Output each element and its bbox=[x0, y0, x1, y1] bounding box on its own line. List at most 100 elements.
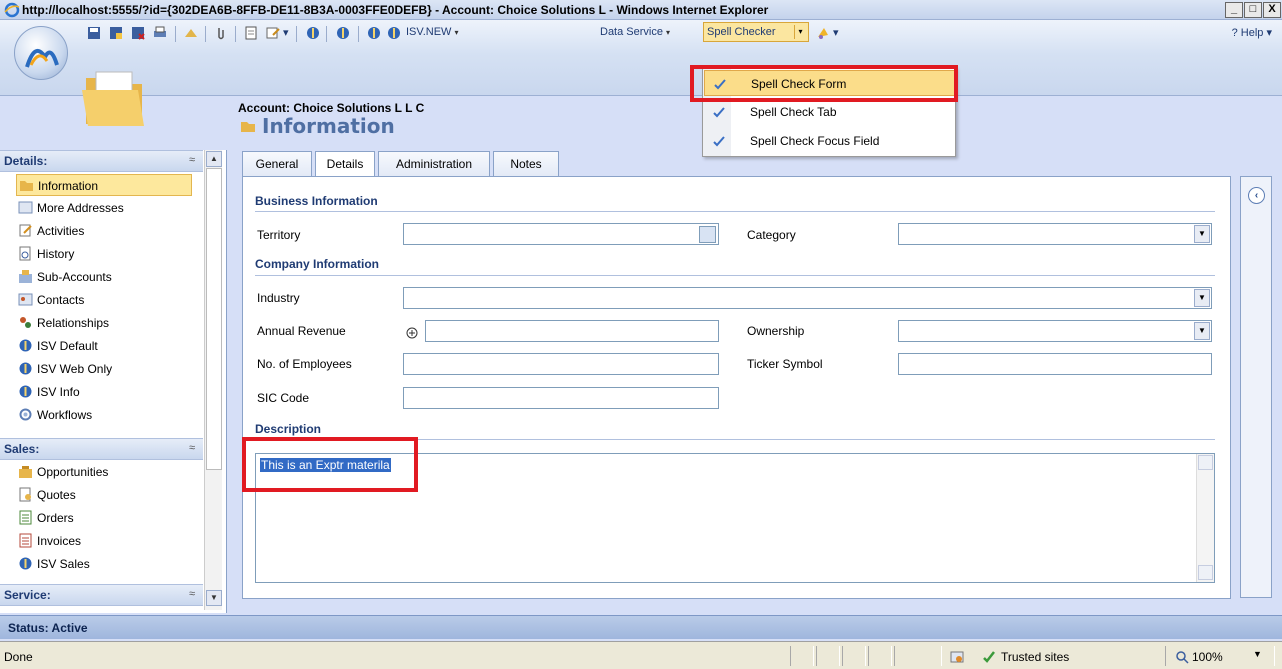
isv-button-icon[interactable] bbox=[305, 25, 321, 41]
toolbar-separator bbox=[205, 26, 206, 42]
nav-item-contacts[interactable]: Contacts bbox=[16, 289, 192, 311]
save-icon[interactable] bbox=[86, 25, 102, 41]
nav-item-isv-web-only[interactable]: ISV Web Only bbox=[16, 358, 192, 380]
category-select[interactable]: ▼ bbox=[898, 223, 1212, 245]
window-title: http://localhost:5555/?id={302DEA6B-8FFB… bbox=[22, 3, 769, 17]
collapse-icon[interactable]: ≈ bbox=[189, 588, 195, 600]
nav-item-quotes[interactable]: Quotes bbox=[16, 484, 192, 506]
scroll-down-icon[interactable] bbox=[1198, 565, 1213, 580]
collapse-icon[interactable]: ≈ bbox=[189, 154, 195, 166]
industry-select[interactable]: ▼ bbox=[403, 287, 1212, 309]
employees-field[interactable] bbox=[403, 353, 719, 375]
crm-toolbar: ▾ ISV.NEW ▾ Data Service ▾ Spell Checker ▾… bbox=[0, 20, 1282, 96]
section-divider bbox=[255, 275, 1215, 276]
toolbar-separator bbox=[326, 26, 327, 42]
section-description: Description bbox=[255, 422, 322, 436]
nav-item-activities[interactable]: Activities bbox=[16, 220, 192, 242]
isv-button-icon[interactable] bbox=[366, 25, 382, 41]
tab-general[interactable]: General bbox=[242, 151, 312, 177]
nav-item-history[interactable]: History bbox=[16, 243, 192, 265]
territory-lookup[interactable] bbox=[403, 223, 719, 245]
nav-item-relationships[interactable]: Relationships bbox=[16, 312, 192, 334]
nav-item-information[interactable]: Information bbox=[16, 174, 192, 196]
history-icon bbox=[19, 246, 31, 261]
note-icon[interactable] bbox=[243, 25, 259, 41]
minimize-button[interactable]: _ bbox=[1225, 2, 1243, 18]
nav-item-invoices[interactable]: Invoices bbox=[16, 530, 192, 552]
close-button[interactable]: X bbox=[1263, 2, 1281, 18]
scroll-down-icon[interactable]: ▼ bbox=[206, 590, 222, 606]
currency-icon bbox=[406, 327, 418, 339]
tab-notes[interactable]: Notes bbox=[493, 151, 559, 177]
pointer-tool-icon[interactable] bbox=[815, 25, 831, 41]
assign-icon[interactable] bbox=[183, 25, 199, 41]
collapse-left-icon[interactable]: ‹ bbox=[1248, 187, 1265, 204]
lookup-icon[interactable] bbox=[699, 226, 716, 243]
chevron-down-icon[interactable]: ▼ bbox=[1194, 289, 1210, 307]
isv-button-icon[interactable] bbox=[335, 25, 351, 41]
zoom-level[interactable]: 100% bbox=[1192, 650, 1223, 664]
pointer-dropdown-arrow[interactable]: ▾ bbox=[833, 26, 839, 39]
scroll-thumb[interactable] bbox=[206, 168, 222, 470]
zoom-dropdown-arrow[interactable]: ▼ bbox=[1253, 649, 1262, 659]
crm-logo-icon bbox=[25, 48, 59, 68]
zoom-icon bbox=[1176, 651, 1189, 664]
status-pane bbox=[816, 646, 840, 666]
scroll-up-icon[interactable]: ▲ bbox=[206, 151, 222, 167]
scroll-up-icon[interactable] bbox=[1198, 455, 1213, 470]
ownership-select[interactable]: ▼ bbox=[898, 320, 1212, 342]
workflows-icon bbox=[19, 408, 32, 421]
activities-icon bbox=[19, 224, 32, 237]
tab-details[interactable]: Details bbox=[315, 151, 375, 178]
nav-item-more-addresses[interactable]: More Addresses bbox=[16, 197, 192, 219]
information-icon bbox=[241, 122, 255, 132]
nav-item-isv-sales[interactable]: ISV Sales bbox=[16, 553, 192, 575]
ticker-symbol-field[interactable] bbox=[898, 353, 1212, 375]
menu-item-spell-check-focus-field[interactable]: Spell Check Focus Field bbox=[704, 128, 955, 154]
nav-item-orders[interactable]: Orders bbox=[16, 507, 192, 529]
nav-item-sub-accounts[interactable]: Sub-Accounts bbox=[16, 266, 192, 288]
textarea-scrollbar[interactable] bbox=[1196, 454, 1214, 582]
nav-section-details[interactable]: Details: ≈ bbox=[0, 150, 203, 172]
tab-administration[interactable]: Administration bbox=[378, 151, 490, 177]
industry-label: Industry bbox=[257, 291, 300, 305]
isv-new-menu[interactable]: ISV.NEW ▾ bbox=[406, 26, 458, 38]
print-icon[interactable] bbox=[152, 25, 168, 41]
isv-icon bbox=[19, 339, 32, 352]
chevron-down-icon[interactable]: ▾ bbox=[794, 25, 806, 39]
status-pane bbox=[790, 646, 814, 666]
help-menu[interactable]: ? Help ▾ bbox=[1232, 26, 1272, 39]
employees-label: No. of Employees bbox=[257, 357, 352, 371]
menu-item-spell-check-tab[interactable]: Spell Check Tab bbox=[704, 99, 955, 125]
nav-item-opportunities[interactable]: Opportunities bbox=[16, 461, 192, 483]
save-and-close-icon[interactable] bbox=[130, 25, 146, 41]
nav-section-sales[interactable]: Sales: ≈ bbox=[0, 438, 203, 460]
chevron-down-icon[interactable]: ▼ bbox=[1194, 225, 1210, 243]
nav-item-isv-info[interactable]: ISV Info bbox=[16, 381, 192, 403]
maximize-button[interactable]: □ bbox=[1244, 2, 1262, 18]
actions-icon[interactable] bbox=[265, 25, 281, 41]
save-and-new-icon[interactable] bbox=[108, 25, 124, 41]
spell-checker-button[interactable]: Spell Checker ▾ bbox=[703, 22, 809, 42]
nav-scrollbar[interactable]: ▲ ▼ bbox=[204, 150, 222, 610]
actions-dropdown-arrow[interactable]: ▾ bbox=[283, 26, 289, 39]
relationships-icon bbox=[20, 317, 31, 328]
chevron-down-icon[interactable]: ▼ bbox=[1194, 322, 1210, 340]
nav-item-workflows[interactable]: Workflows bbox=[16, 404, 192, 426]
information-icon bbox=[20, 181, 33, 191]
collapse-icon[interactable]: ≈ bbox=[189, 442, 195, 454]
trusted-sites-icon bbox=[983, 651, 995, 663]
sic-code-field[interactable] bbox=[403, 387, 719, 409]
isv-new-icon[interactable] bbox=[386, 25, 402, 41]
nav-item-isv-default[interactable]: ISV Default bbox=[16, 335, 192, 357]
annual-revenue-field[interactable] bbox=[425, 320, 719, 342]
security-zone[interactable]: Trusted sites bbox=[1001, 650, 1069, 664]
data-service-menu[interactable]: Data Service ▾ bbox=[600, 26, 670, 38]
spell-checker-label: Spell Checker bbox=[707, 26, 776, 38]
nav-section-service[interactable]: Service: ≈ bbox=[0, 584, 203, 606]
window-titlebar: http://localhost:5555/?id={302DEA6B-8FFB… bbox=[0, 0, 1282, 20]
sub-accounts-icon bbox=[19, 270, 32, 283]
contacts-icon bbox=[18, 293, 33, 306]
attach-icon[interactable] bbox=[213, 25, 229, 41]
side-panel-toggle[interactable]: ‹ bbox=[1240, 176, 1272, 598]
